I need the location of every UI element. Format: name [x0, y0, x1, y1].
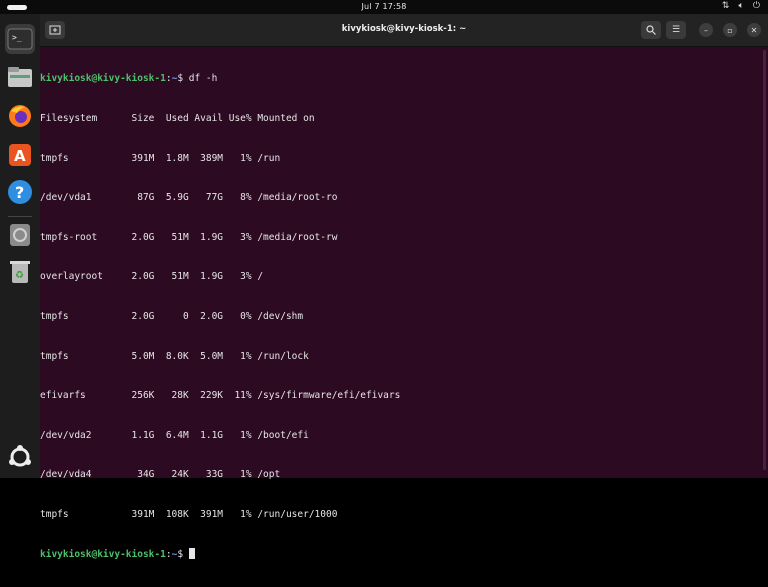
df-header: Filesystem Size Used Avail Use% Mounted …: [40, 113, 315, 124]
prompt-path: ~: [171, 548, 178, 560]
dock-app-center-icon[interactable]: A: [5, 139, 35, 169]
df-row: /dev/vda2 1.1G 6.4M 1.1G 1% /boot/efi: [40, 429, 309, 441]
svg-text:>_: >_: [12, 33, 22, 42]
df-row: tmpfs 391M 108K 391M 1% /run/user/1000: [40, 508, 338, 520]
dock: >_ A ? ♻: [0, 14, 40, 478]
power-icon[interactable]: ⏻: [753, 1, 760, 11]
text-cursor: [188, 547, 195, 559]
hamburger-icon: ☰: [671, 25, 681, 35]
svg-text:♻: ♻: [15, 270, 24, 281]
maximize-icon: ▫: [727, 25, 733, 35]
terminal-window: kivykiosk@kivy-kiosk-1: ~ ☰ – ▫ ✕ kivyki…: [40, 14, 768, 560]
dock-help-icon[interactable]: ?: [5, 177, 35, 207]
window-titlebar[interactable]: kivykiosk@kivy-kiosk-1: ~ ☰ – ▫ ✕: [40, 14, 768, 47]
dock-separator: [8, 216, 32, 217]
dock-files-icon[interactable]: [5, 62, 35, 92]
network-icon[interactable]: ⇅: [722, 1, 730, 11]
scrollbar[interactable]: [763, 50, 766, 470]
maximize-button[interactable]: ▫: [723, 23, 737, 37]
df-row: tmpfs 2.0G 0 2.0G 0% /dev/shm: [40, 310, 304, 322]
close-button[interactable]: ✕: [747, 23, 761, 37]
dock-firefox-icon[interactable]: [5, 101, 35, 131]
df-row: efivarfs 256K 28K 229K 11% /sys/firmware…: [40, 390, 401, 402]
top-bar: Jul 7 17:58 ⇅ 🔈︎ ⏻: [0, 0, 768, 14]
svg-text:A: A: [14, 147, 26, 165]
menu-button[interactable]: ☰: [666, 21, 686, 39]
volume-icon[interactable]: 🔈︎: [738, 1, 743, 11]
prompt-user: kivykiosk@kivy-kiosk-1: [40, 73, 166, 85]
prompt-user: kivykiosk@kivy-kiosk-1: [40, 548, 166, 560]
df-row: tmpfs 391M 1.8M 389M 1% /run: [40, 152, 281, 164]
dock-disk-icon[interactable]: [5, 220, 35, 250]
close-icon: ✕: [750, 25, 758, 35]
svg-text:?: ?: [15, 183, 24, 202]
dock-terminal-icon[interactable]: >_: [5, 24, 35, 54]
command-text: df -h: [188, 73, 218, 85]
clock[interactable]: Jul 7 17:58: [0, 2, 768, 11]
minimize-button[interactable]: –: [699, 23, 713, 37]
terminal-output[interactable]: kivykiosk@kivy-kiosk-1:~$ df -h Filesyst…: [40, 46, 768, 559]
search-button[interactable]: [641, 21, 661, 39]
minimize-icon: –: [704, 25, 708, 35]
df-row: tmpfs-root 2.0G 51M 1.9G 3% /media/root-…: [40, 231, 338, 243]
prompt-line: kivykiosk@kivy-kiosk-1:~$: [40, 547, 768, 561]
df-row: /dev/vda1 87G 5.9G 77G 8% /media/root-ro: [40, 192, 338, 204]
prompt-path: ~: [171, 73, 178, 85]
system-tray[interactable]: ⇅ 🔈︎ ⏻: [722, 1, 760, 11]
df-row: overlayroot 2.0G 51M 1.9G 3% /: [40, 271, 264, 283]
df-row: /dev/vda4 34G 24K 33G 1% /opt: [40, 469, 281, 481]
search-icon: [646, 25, 656, 35]
show-apps-icon[interactable]: [5, 442, 35, 472]
command-line: kivykiosk@kivy-kiosk-1:~$ df -h: [40, 73, 218, 85]
dock-trash-icon[interactable]: ♻: [5, 257, 35, 287]
df-row: tmpfs 5.0M 8.0K 5.0M 1% /run/lock: [40, 350, 309, 362]
